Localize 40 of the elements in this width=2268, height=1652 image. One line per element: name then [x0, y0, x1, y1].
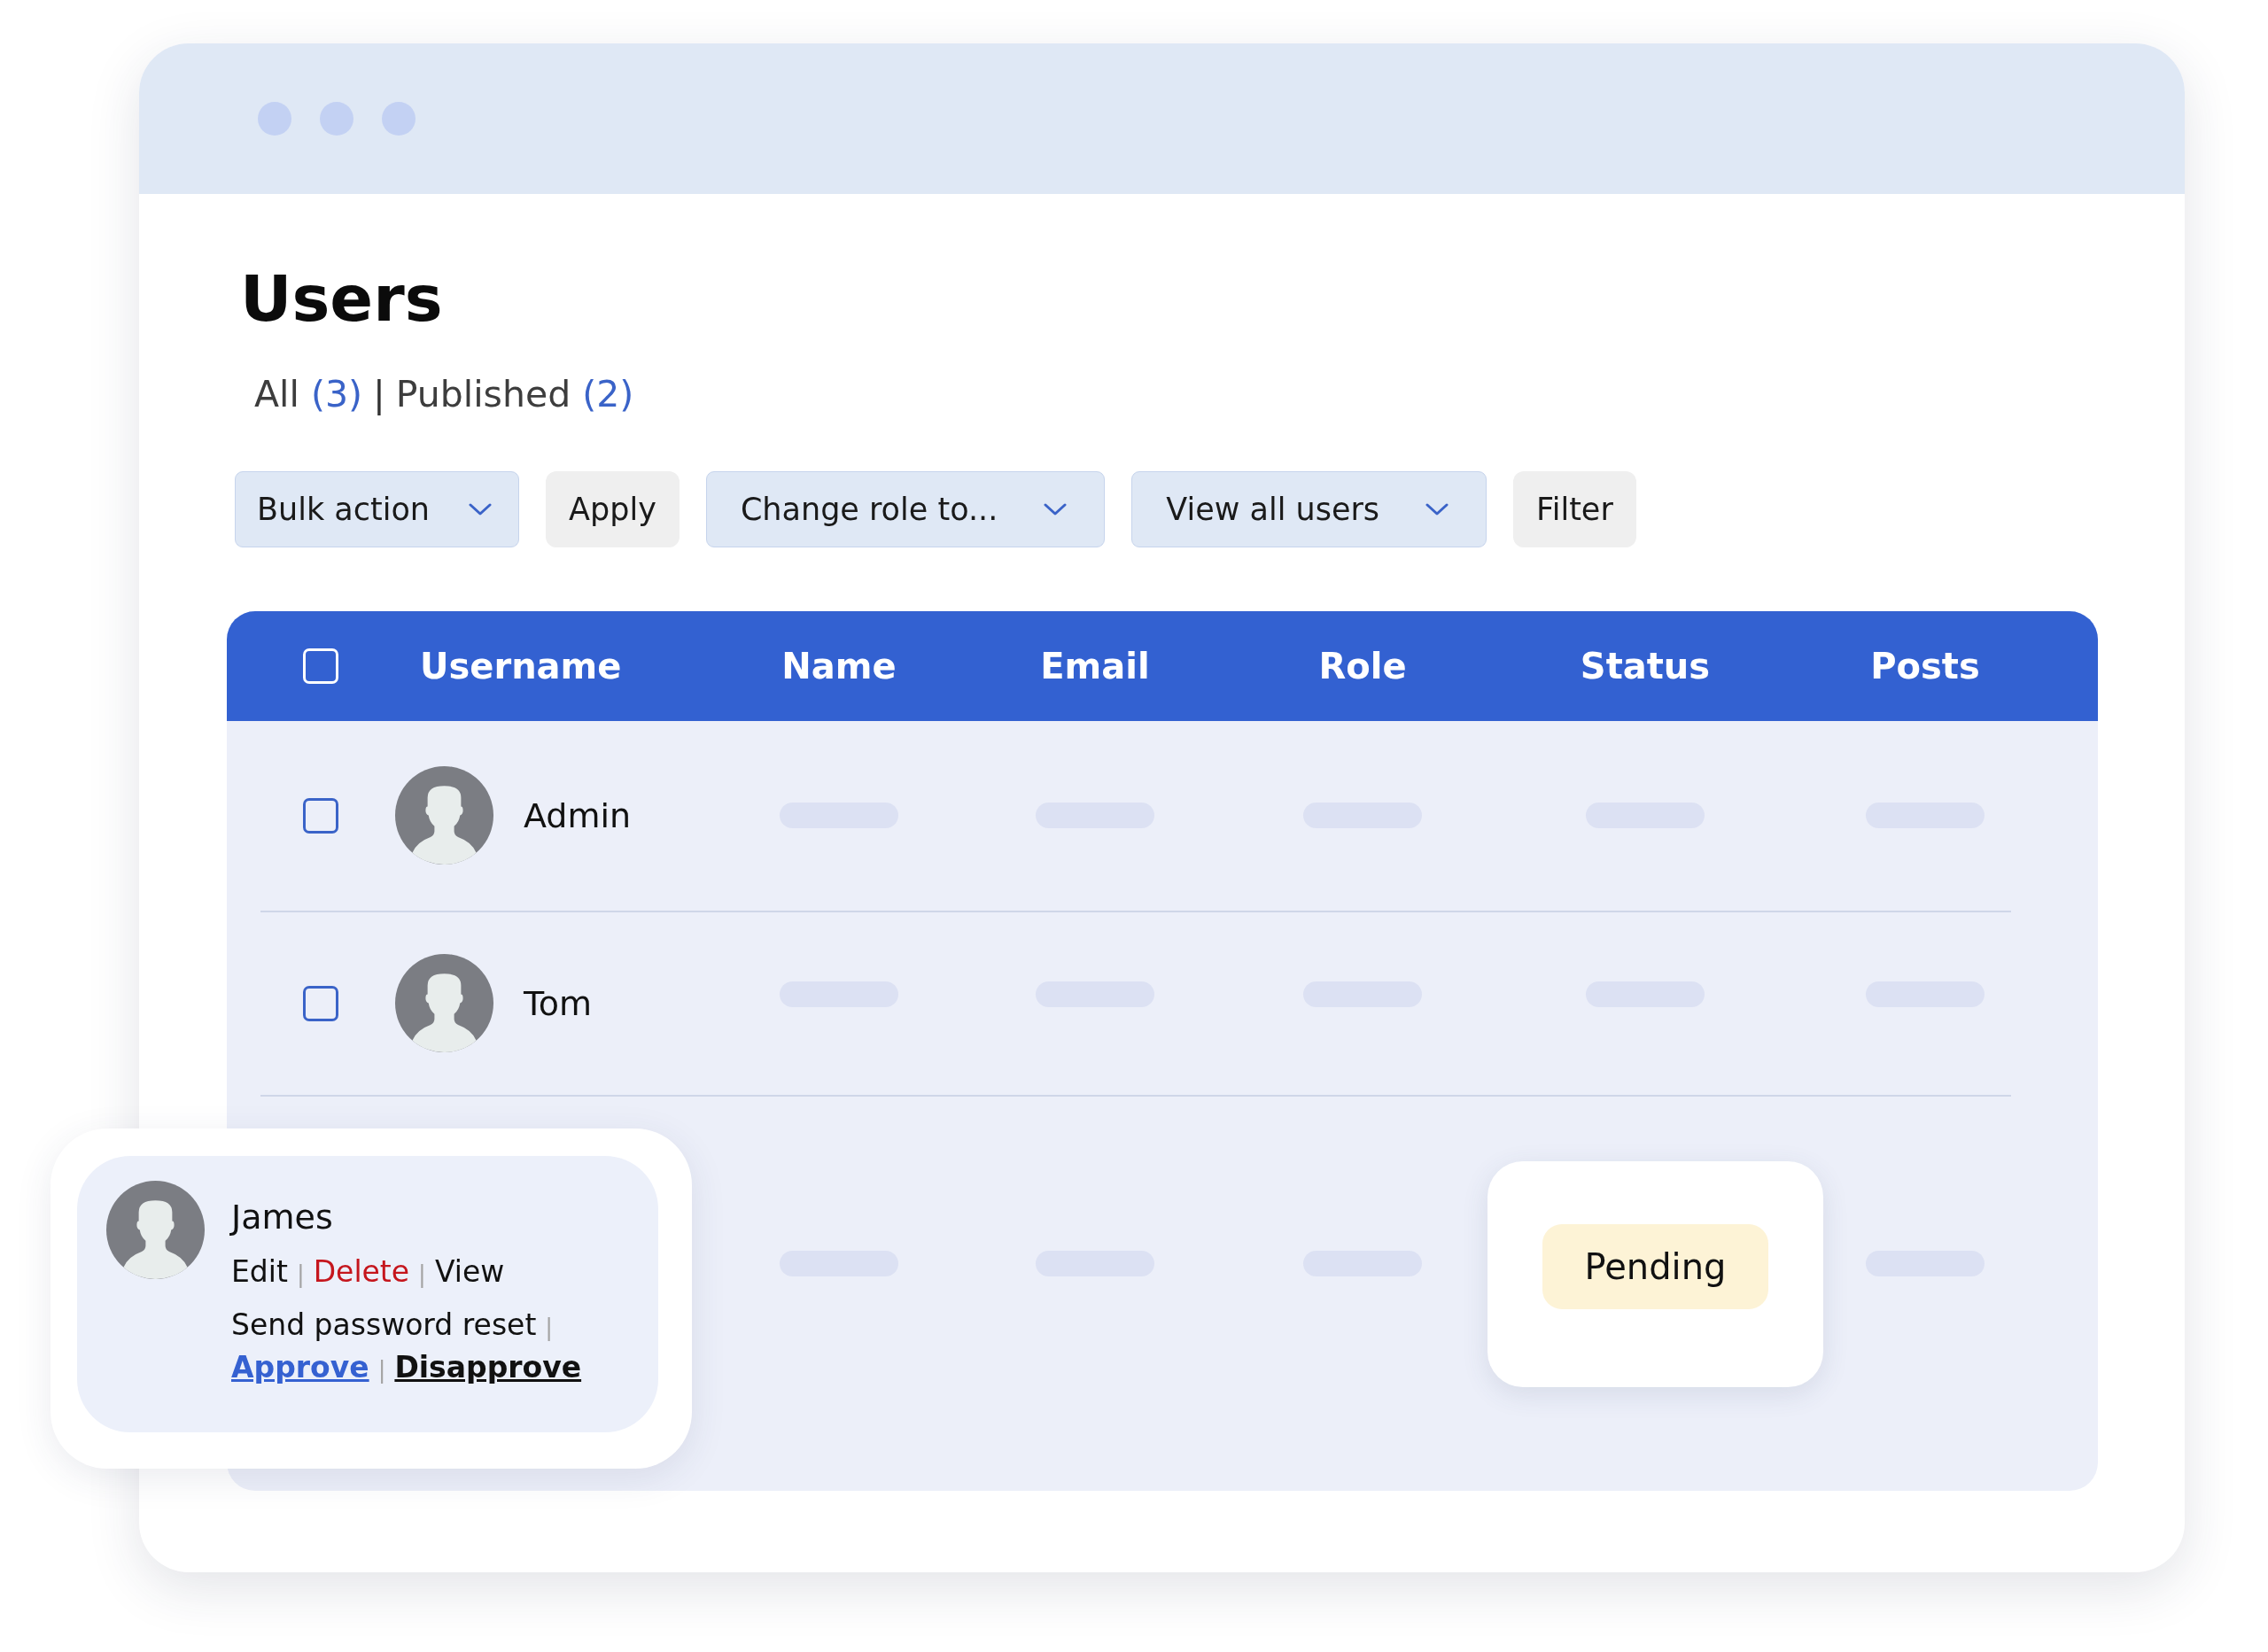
column-header: Email [1040, 645, 1150, 686]
dropdown-select[interactable]: Bulk action [235, 470, 520, 547]
filter-link[interactable]: Published (2) [395, 373, 634, 417]
action-separator: | [377, 1355, 386, 1385]
chevron-down-icon [1044, 502, 1068, 516]
page-title: Users [240, 260, 443, 337]
column-header: Status [1580, 645, 1711, 686]
user-name: James [231, 1197, 333, 1238]
toolbar-button[interactable]: Apply [546, 470, 680, 547]
dropdown-select[interactable]: View all users [1131, 470, 1487, 547]
user-silhouette-icon [106, 1180, 205, 1279]
column-header: Name [781, 645, 897, 686]
column-header: Username [420, 645, 622, 686]
window-dot-icon [320, 102, 353, 136]
user-silhouette-icon [395, 766, 493, 865]
dropdown-select[interactable]: Change role to... [705, 470, 1106, 547]
window-dot-icon [258, 102, 291, 136]
checkbox[interactable] [303, 797, 338, 834]
action-separator: | [545, 1313, 554, 1343]
chevron-down-icon [1425, 502, 1449, 516]
chevron-down-icon [469, 502, 493, 516]
action-link[interactable]: Approve [231, 1347, 369, 1388]
action-link[interactable]: View [434, 1252, 505, 1292]
filter-link[interactable]: All (3) [254, 373, 362, 417]
window-dot-icon [382, 102, 416, 136]
filter-separator: | [372, 373, 385, 417]
action-link[interactable]: Send password reset [231, 1305, 537, 1346]
column-header: Role [1318, 645, 1407, 686]
user-silhouette-icon [395, 954, 493, 1053]
toolbar-button[interactable]: Filter [1513, 470, 1636, 547]
action-link[interactable]: Edit [231, 1252, 288, 1292]
action-separator: | [418, 1260, 426, 1290]
action-separator: | [296, 1260, 305, 1290]
action-link[interactable]: Delete [313, 1252, 410, 1292]
action-link[interactable]: Disapprove [394, 1347, 582, 1388]
username-text: Admin [524, 795, 632, 835]
status-badge: Pending [1542, 1223, 1768, 1309]
column-header: Posts [1870, 645, 1980, 686]
username-text: Tom [524, 983, 593, 1023]
checkbox[interactable] [303, 985, 338, 1021]
